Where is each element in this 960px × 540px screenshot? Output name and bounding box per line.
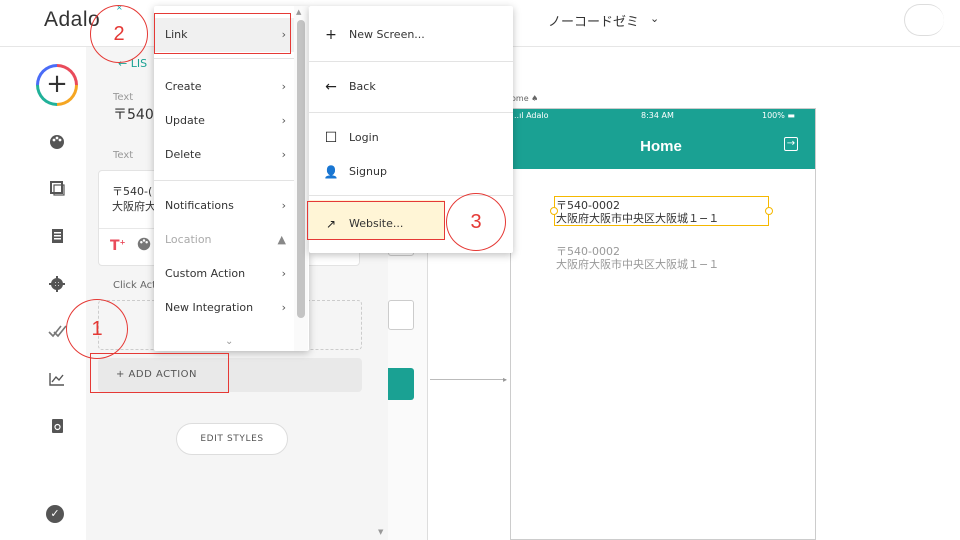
- menu-item-create[interactable]: Create ›: [154, 70, 294, 104]
- arrow-left-icon: ←: [325, 79, 337, 95]
- menu-item-label: Create: [165, 80, 202, 93]
- publish-icon[interactable]: [46, 322, 68, 344]
- text-component[interactable]: 〒540-0002 大阪府大阪市中央区大阪城１−１: [556, 245, 719, 271]
- field-label: Text: [113, 150, 134, 161]
- menu-item-update[interactable]: Update ›: [154, 104, 294, 138]
- add-component-button[interactable]: +: [39, 67, 75, 103]
- text-field-content[interactable]: 〒540-( 大阪府大: [112, 184, 156, 214]
- text-line: 〒540-0002: [556, 245, 620, 258]
- chevron-down-icon[interactable]: ⌄: [650, 12, 659, 25]
- status-time: 8:34 AM: [641, 111, 674, 120]
- settings-icon[interactable]: [46, 275, 68, 297]
- annotation-step-2: 2: [90, 5, 148, 63]
- verified-icon[interactable]: ✓: [46, 505, 64, 523]
- highlight-website-item: [307, 201, 445, 240]
- menu-item-label: Update: [165, 114, 205, 127]
- app-name-selector[interactable]: ノーコードゼミ: [548, 11, 639, 30]
- chevron-right-icon: ›: [281, 301, 286, 314]
- highlight-link-item: [154, 13, 291, 54]
- analytics-icon[interactable]: [46, 370, 68, 392]
- screen-label[interactable]: ome ♠: [511, 94, 538, 103]
- chevron-right-icon: ›: [281, 267, 286, 280]
- menu-item-label: New Integration: [165, 301, 254, 314]
- menu-item-custom-action[interactable]: Custom Action ›: [154, 257, 294, 291]
- text-line: 〒540-(: [112, 185, 153, 198]
- submenu-item-label: Back: [349, 80, 376, 93]
- logout-icon[interactable]: →: [784, 137, 798, 151]
- text-line: 大阪府大阪市中央区大阪城１−１: [556, 212, 720, 225]
- text-line: 大阪府大阪市中央区大阪城１−１: [556, 258, 720, 271]
- text-line: 〒540-0002: [556, 199, 620, 212]
- menu-item-delete[interactable]: Delete ›: [154, 138, 294, 172]
- menu-scrollbar-thumb[interactable]: [297, 20, 305, 318]
- phone-screen[interactable]: [510, 108, 816, 540]
- screens-icon[interactable]: [46, 179, 68, 201]
- menu-item-label: Delete: [165, 148, 202, 161]
- app-bar-title: Home: [640, 138, 682, 155]
- menu-item-label: Location: [165, 233, 212, 246]
- submenu-item-label: Signup: [349, 165, 387, 178]
- status-carrier: ..ıl Adalo: [514, 111, 549, 120]
- highlight-add-action: [90, 353, 229, 393]
- menu-divider: [154, 58, 294, 59]
- editor-root: Adalo × ノーコードゼミ ⌄ + ✓ ← LIS Text 〒540 Te…: [0, 0, 960, 540]
- menu-divider: [154, 180, 294, 181]
- annotation-step-1: 1: [66, 299, 128, 359]
- login-icon: ☐: [324, 130, 338, 146]
- menu-item-label: Custom Action: [165, 267, 246, 280]
- text-component-selected[interactable]: 〒540-0002 大阪府大阪市中央区大阪城１−１: [556, 199, 719, 225]
- submenu-item-login[interactable]: ☐ Login: [309, 121, 513, 155]
- menu-item-location: Location ▲: [154, 223, 294, 257]
- chevron-right-icon: ›: [281, 114, 286, 127]
- menu-item-new-integration[interactable]: New Integration ›: [154, 291, 294, 325]
- database-icon[interactable]: [46, 227, 68, 249]
- menu-item-label: Notifications: [165, 199, 234, 212]
- submenu-item-back[interactable]: ← Back: [309, 70, 513, 104]
- submenu-item-label: Login: [349, 131, 379, 144]
- field-value[interactable]: 〒540: [113, 104, 154, 124]
- canvas-stub: [388, 300, 414, 330]
- plus-icon: +: [325, 27, 337, 43]
- connector-arrow-icon: ▸: [503, 375, 508, 384]
- canvas-stub-green: [388, 368, 414, 400]
- palette-icon[interactable]: [136, 236, 152, 256]
- warning-icon: ▲: [277, 233, 286, 246]
- submenu-item-new-screen[interactable]: + New Screen...: [309, 18, 513, 52]
- chevron-right-icon: ›: [281, 148, 286, 161]
- field-label: Text: [113, 92, 134, 103]
- menu-item-notifications[interactable]: Notifications ›: [154, 189, 294, 223]
- submenu-divider: [309, 112, 513, 113]
- status-battery: 100% ▬: [762, 111, 795, 120]
- link-connector: [430, 379, 506, 380]
- annotation-step-3: 3: [446, 193, 506, 251]
- copy-icon[interactable]: [46, 417, 68, 439]
- chevron-right-icon: ›: [281, 199, 286, 212]
- submenu-item-label: New Screen...: [349, 28, 425, 41]
- account-button[interactable]: [904, 4, 944, 36]
- click-actions-label: Click Act: [113, 280, 157, 291]
- edit-styles-button[interactable]: EDIT STYLES: [176, 423, 288, 455]
- magic-text-icon[interactable]: T+: [110, 238, 125, 254]
- chevron-down-icon[interactable]: ⌄: [225, 336, 233, 347]
- submenu-item-signup[interactable]: 👤 Signup: [309, 155, 513, 189]
- signup-icon: 👤: [323, 165, 339, 179]
- palette-icon[interactable]: [46, 133, 68, 155]
- submenu-divider: [309, 61, 513, 62]
- scroll-up-icon[interactable]: ▲: [296, 8, 301, 16]
- chevron-right-icon: ›: [281, 80, 286, 93]
- scroll-down-icon[interactable]: ▼: [378, 528, 383, 536]
- text-line: 大阪府大: [112, 200, 156, 213]
- resize-handle[interactable]: [765, 207, 773, 215]
